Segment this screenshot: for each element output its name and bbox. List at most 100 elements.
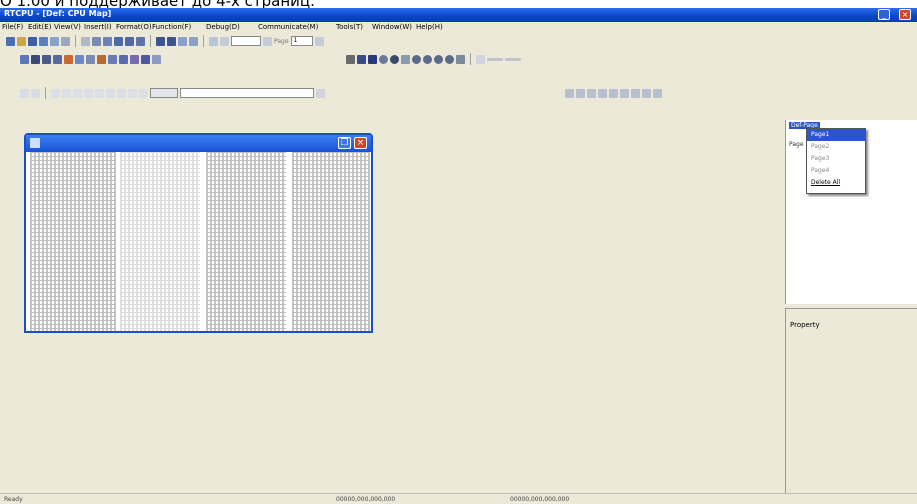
pie-tool-icon[interactable] [423, 54, 432, 64]
timer-icon[interactable] [86, 54, 95, 64]
page-input[interactable]: 1 [290, 36, 313, 46]
line-dash-icon[interactable] [505, 57, 521, 61]
pixel-grid-center-left [120, 152, 200, 331]
find-icon[interactable] [136, 36, 145, 46]
menu-item-delete-all[interactable]: Delete All [807, 177, 865, 189]
counter-icon[interactable] [97, 54, 106, 64]
paste-icon[interactable] [103, 36, 112, 46]
same-width-icon[interactable] [598, 88, 607, 98]
send-back-icon[interactable] [62, 88, 71, 98]
page-spin-icon[interactable] [314, 36, 324, 46]
box-icon[interactable] [75, 54, 84, 64]
filled-ellipse-tool-icon[interactable] [390, 54, 399, 64]
menu-insert[interactable]: Insert(I) [84, 23, 112, 31]
menu-debug[interactable]: Debug(D) [206, 23, 240, 31]
line-style-icon[interactable] [476, 54, 485, 64]
font-icon[interactable] [117, 88, 126, 98]
bold-icon[interactable] [128, 88, 137, 98]
zoom-out-icon[interactable] [189, 36, 198, 46]
menu-item-page3[interactable]: Page3 [807, 153, 865, 165]
menu-edit[interactable]: Edit(E) [28, 23, 51, 31]
line-width-icon[interactable] [487, 57, 503, 61]
ungroup-icon[interactable] [84, 88, 93, 98]
zoom-field[interactable] [231, 36, 261, 46]
menu-tools[interactable]: Tools(T) [336, 23, 363, 31]
grid-toggle-icon[interactable] [653, 88, 662, 98]
menu-bar: File(F) Edit(E) View(V) Insert(I) Format… [0, 22, 917, 33]
variable-icon[interactable] [141, 54, 150, 64]
polygon-tool-icon[interactable] [445, 54, 454, 64]
print-preview-icon[interactable] [61, 36, 70, 46]
new-file-icon[interactable] [6, 36, 15, 46]
same-height-icon[interactable] [609, 88, 618, 98]
menu-view[interactable]: View(V) [54, 23, 81, 31]
align-top-icon[interactable] [565, 88, 574, 98]
status-bar: Ready 00000,000,000,000 00000,000,000,00… [0, 493, 917, 504]
print-icon[interactable] [50, 36, 59, 46]
text-input-field[interactable] [180, 88, 314, 98]
align-left-icon[interactable] [20, 88, 29, 98]
flip-icon[interactable] [106, 88, 115, 98]
rotate-icon[interactable] [95, 88, 104, 98]
restore-button[interactable]: ❐ [338, 137, 351, 149]
filled-rectangle-tool-icon[interactable] [368, 54, 377, 64]
ellipse-tool-icon[interactable] [379, 54, 388, 64]
document-close-button[interactable]: × [354, 137, 367, 149]
text-dropdown-icon[interactable] [316, 88, 325, 98]
toolbar-separator [470, 53, 471, 65]
line-tool-icon[interactable] [346, 54, 355, 64]
prev-page-icon[interactable] [209, 36, 218, 46]
save-icon[interactable] [28, 36, 37, 46]
align-center-icon[interactable] [31, 88, 40, 98]
chord-tool-icon[interactable] [434, 54, 443, 64]
math-icon[interactable] [119, 54, 128, 64]
same-size-icon[interactable] [620, 88, 629, 98]
compare-icon[interactable] [108, 54, 117, 64]
copy-icon[interactable] [92, 36, 101, 46]
zoom-in-icon[interactable] [178, 36, 187, 46]
flag-icon[interactable] [130, 54, 139, 64]
next-page-icon[interactable] [220, 36, 229, 46]
compile-icon[interactable] [156, 36, 165, 46]
undo-icon[interactable] [114, 36, 123, 46]
text-icon[interactable] [31, 54, 40, 64]
document-title-bar[interactable]: ❐ × [26, 135, 371, 152]
page-document-window[interactable]: ❐ × [24, 133, 373, 333]
cut-icon[interactable] [81, 36, 90, 46]
freehand-tool-icon[interactable] [456, 54, 465, 64]
save-all-icon[interactable] [39, 36, 48, 46]
rectangle-tool-icon[interactable] [357, 54, 366, 64]
open-folder-icon[interactable] [17, 36, 26, 46]
menu-file[interactable]: File(F) [2, 23, 23, 31]
select-icon[interactable] [20, 54, 29, 64]
menu-help[interactable]: Help(H) [416, 23, 443, 31]
align-middle-icon[interactable] [576, 88, 585, 98]
tree-page-item[interactable]: Page [789, 141, 804, 148]
menu-window[interactable]: Window(W) [372, 23, 412, 31]
menu-function[interactable]: Function(F) [152, 23, 191, 31]
space-across-icon[interactable] [631, 88, 640, 98]
document-icon [30, 138, 40, 148]
italic-icon[interactable] [139, 88, 148, 98]
redo-icon[interactable] [125, 36, 134, 46]
dropdown-arrow-icon[interactable] [263, 36, 272, 46]
font-size-field[interactable] [150, 88, 178, 98]
minimize-button[interactable]: _ [878, 9, 890, 20]
arc-tool-icon[interactable] [401, 54, 410, 64]
contact-no-icon[interactable] [42, 54, 51, 64]
download-icon[interactable] [167, 36, 176, 46]
bring-front-icon[interactable] [51, 88, 60, 98]
circle-tool-icon[interactable] [412, 54, 421, 64]
menu-item-page1[interactable]: Page1 [807, 129, 865, 141]
menu-communicate[interactable]: Communicate(M) [258, 23, 318, 31]
space-down-icon[interactable] [642, 88, 651, 98]
align-bottom-icon[interactable] [587, 88, 596, 98]
menu-item-page4[interactable]: Page4 [807, 165, 865, 177]
menu-format[interactable]: Format(O) [116, 23, 152, 31]
coil-icon[interactable] [64, 54, 73, 64]
menu-item-page2[interactable]: Page2 [807, 141, 865, 153]
link-icon[interactable] [152, 54, 161, 64]
close-button[interactable]: × [899, 9, 911, 20]
contact-nc-icon[interactable] [53, 54, 62, 64]
group-icon[interactable] [73, 88, 82, 98]
